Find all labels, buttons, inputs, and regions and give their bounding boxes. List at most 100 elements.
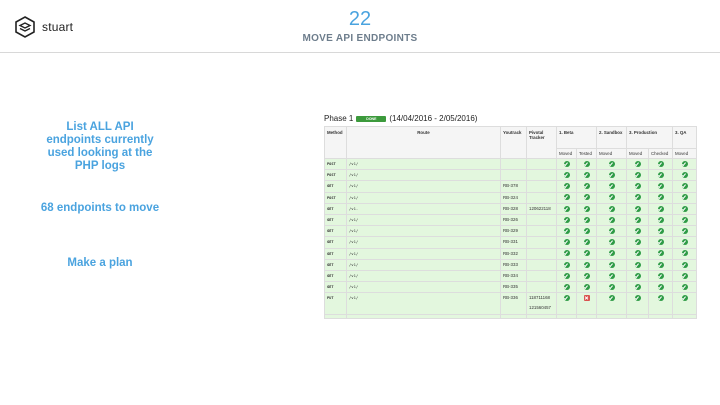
cell-youtrack-link[interactable]: RB-326 bbox=[500, 214, 527, 227]
check-circle-icon bbox=[657, 284, 664, 291]
cell-status bbox=[596, 169, 627, 182]
cell-pivotal bbox=[526, 191, 557, 204]
cell-pivotal bbox=[526, 258, 557, 272]
cell-status bbox=[672, 292, 697, 316]
check-circle-icon bbox=[563, 261, 570, 268]
cell-youtrack-link[interactable] bbox=[500, 169, 527, 182]
cell-route: /v1/ bbox=[346, 236, 501, 249]
cell-status bbox=[596, 292, 627, 316]
cell-youtrack-link[interactable]: RB-332 bbox=[500, 247, 527, 260]
table-row: GET/v1/RB-334 bbox=[324, 270, 697, 283]
cell-status bbox=[596, 214, 627, 227]
cell-youtrack-link[interactable]: RB-334 bbox=[500, 270, 527, 283]
sub-prod-moved: Moved bbox=[626, 148, 649, 159]
spacer-cell bbox=[576, 314, 597, 320]
cell-method: GET bbox=[324, 180, 347, 193]
cell-youtrack-link[interactable]: RB-378 bbox=[500, 180, 527, 193]
check-circle-icon bbox=[634, 183, 641, 190]
sub-beta-tested: Tested bbox=[576, 148, 597, 159]
check-circle-icon bbox=[634, 239, 641, 246]
check-circle-icon bbox=[608, 172, 615, 179]
check-circle-icon bbox=[657, 272, 664, 279]
pivotal-link[interactable]: 118711168 bbox=[529, 294, 554, 304]
table-row: GET/v1. RB-328 120622118 bbox=[324, 202, 697, 216]
cell-status bbox=[596, 180, 627, 193]
cell-method: PUT bbox=[324, 292, 347, 316]
col-sandbox: 2. Sandbox bbox=[596, 126, 627, 149]
cell-route: /v1/ bbox=[346, 214, 501, 227]
cell-status bbox=[626, 292, 649, 316]
pivotal-link[interactable]: 120622118 bbox=[529, 204, 554, 213]
cell-youtrack-link[interactable]: RB-335 bbox=[500, 281, 527, 294]
check-circle-icon bbox=[608, 194, 615, 201]
cell-status bbox=[672, 180, 697, 193]
spacer-cell bbox=[346, 314, 501, 320]
check-circle-icon bbox=[583, 216, 590, 223]
cell-status bbox=[596, 157, 627, 171]
check-circle-icon bbox=[634, 228, 641, 235]
cell-status bbox=[576, 202, 597, 216]
check-circle-icon bbox=[563, 250, 570, 257]
cell-status bbox=[596, 258, 627, 272]
check-circle-icon bbox=[608, 284, 615, 291]
cell-status bbox=[556, 169, 577, 182]
col-beta: 1. Beta bbox=[556, 126, 597, 149]
cell-status bbox=[626, 191, 649, 204]
cell-route: /v1/ bbox=[346, 247, 501, 260]
check-circle-icon bbox=[583, 228, 590, 235]
cell-status bbox=[556, 180, 577, 193]
check-circle-icon bbox=[563, 239, 570, 246]
cell-method: GET bbox=[324, 236, 347, 249]
table-row: POST/v1/RB-324 bbox=[324, 191, 697, 204]
check-circle-icon bbox=[681, 250, 688, 257]
check-circle-icon bbox=[563, 272, 570, 279]
cell-method: POST bbox=[324, 157, 347, 171]
cell-youtrack-link[interactable]: RB-331 bbox=[500, 236, 527, 249]
check-circle-icon bbox=[681, 228, 688, 235]
cell-status bbox=[556, 214, 577, 227]
cell-route: /v1/ bbox=[346, 180, 501, 193]
table-row: POST/v1/ bbox=[324, 157, 697, 171]
table-row: GET/v1/RB-331 bbox=[324, 236, 697, 249]
check-circle-icon bbox=[681, 172, 688, 179]
check-circle-icon bbox=[563, 172, 570, 179]
check-circle-icon bbox=[563, 160, 570, 167]
cell-youtrack-link[interactable]: RB-333 bbox=[500, 258, 527, 272]
check-circle-icon bbox=[563, 295, 570, 302]
cell-youtrack-link[interactable]: RB-329 bbox=[500, 225, 527, 238]
cell-status bbox=[576, 225, 597, 238]
cell-method: POST bbox=[324, 169, 347, 182]
endpoints-table: Method Route Youtrack Pivotal Tracker 1.… bbox=[324, 126, 697, 320]
check-circle-icon bbox=[608, 160, 615, 167]
pivotal-link[interactable]: 121560457 bbox=[529, 303, 554, 313]
cell-method: GET bbox=[324, 225, 347, 238]
cell-status bbox=[626, 157, 649, 171]
phase-label: Phase 1 bbox=[324, 114, 354, 123]
cell-status bbox=[672, 214, 697, 227]
cell-status bbox=[648, 169, 673, 182]
bullet-list-endpoints: List ALL API endpoints currently used lo… bbox=[46, 121, 154, 172]
cell-youtrack-link[interactable]: RB-328 bbox=[500, 202, 527, 216]
check-circle-icon bbox=[657, 205, 664, 212]
cell-pivotal: 120622118 bbox=[526, 202, 557, 216]
phase-heading: Phase 1 DONE (14/04/2016 - 2/05/2016) bbox=[324, 114, 477, 123]
check-circle-icon bbox=[634, 284, 641, 291]
cross-icon bbox=[583, 295, 590, 302]
cell-status bbox=[672, 202, 697, 216]
cell-status bbox=[576, 258, 597, 272]
cell-youtrack-link[interactable]: RB-336 bbox=[500, 292, 527, 316]
check-circle-icon bbox=[583, 183, 590, 190]
cell-status bbox=[556, 225, 577, 238]
cell-youtrack-link[interactable] bbox=[500, 157, 527, 171]
cell-status bbox=[556, 202, 577, 216]
cell-route: /v1. bbox=[346, 202, 501, 216]
check-circle-icon bbox=[634, 172, 641, 179]
cell-status bbox=[672, 225, 697, 238]
check-circle-icon bbox=[657, 250, 664, 257]
cell-youtrack-link[interactable]: RB-324 bbox=[500, 191, 527, 204]
check-circle-icon bbox=[608, 205, 615, 212]
cell-pivotal bbox=[526, 225, 557, 238]
check-circle-icon bbox=[657, 261, 664, 268]
cell-status bbox=[576, 270, 597, 283]
check-circle-icon bbox=[681, 183, 688, 190]
